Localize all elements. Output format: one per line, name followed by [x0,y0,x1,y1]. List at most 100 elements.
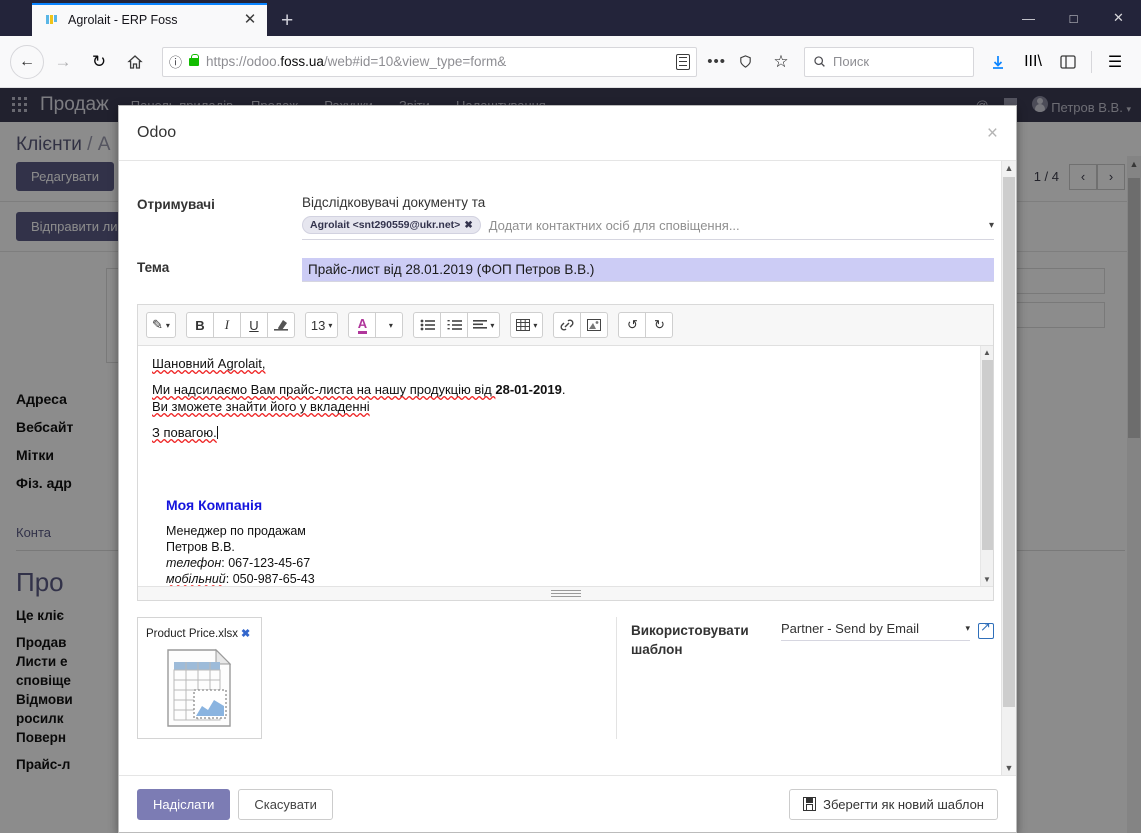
downloads-icon[interactable] [982,47,1014,77]
remove-attachment-icon[interactable]: ✖ [241,628,250,640]
toolbar-divider [1091,50,1092,73]
attachments-column: Product Price.xlsx ✖ [137,617,617,739]
underline-button[interactable]: U [239,312,268,338]
scrollbar-thumb[interactable] [1003,177,1015,707]
sidebar-icon[interactable] [1052,47,1084,77]
font-size-dropdown[interactable]: 13 ▾ [304,312,339,338]
browser-tab[interactable]: Agrolait - ERP Foss ✕ [32,3,267,36]
redo-button[interactable]: ↻ [645,312,674,338]
site-info-icon[interactable]: ⓘ [169,52,182,71]
chevron-down-icon: ▾ [328,320,333,330]
scroll-up-icon[interactable]: ▲ [981,348,993,357]
font-color-button[interactable]: A [348,312,377,338]
chevron-down-icon: ▾ [165,320,170,330]
maximize-button[interactable]: □ [1051,11,1096,26]
search-input[interactable]: Поиск [804,46,974,77]
template-selector[interactable]: Partner - Send by Email ▾ [781,619,994,641]
dialog-title: Odoo [137,124,177,141]
browser-window: Agrolait - ERP Foss ✕ + — □ ✕ ← → ↻ ⓘ ht… [0,0,1141,833]
chevron-down-icon: ▾ [965,623,970,633]
editor-resize-handle[interactable] [138,586,993,600]
attachment-name: Product Price.xlsx [146,628,239,640]
dialog-scrollbar[interactable]: ▲ ▼ [1001,161,1016,775]
tab-close-icon[interactable]: ✕ [241,12,259,27]
bookmark-star-icon[interactable]: ☆ [764,45,798,79]
signature-phone: телефон: 067-123-45-67 [166,556,311,570]
grip-lines-icon [550,590,581,597]
reload-icon[interactable]: ↻ [82,45,116,79]
xlsx-file-icon [166,648,231,727]
tab-title: Agrolait - ERP Foss [68,12,178,27]
text-format-group: B I U [185,312,295,338]
signature-role: Менеджер по продажам [166,524,306,538]
home-icon[interactable] [118,45,152,79]
table-group: ▾ [510,312,544,338]
recipients-input[interactable]: Agrolait <snt290559@ukr.net> ✖ Додати кон… [302,216,994,240]
page-actions-icon[interactable]: ••• [707,53,726,70]
subject-row: Тема Прайс-лист від 28.01.2019 (ФОП Петр… [137,258,994,282]
back-icon[interactable]: ← [10,44,44,79]
message-editor: ✎ ▾ B I U 13 ▾ A ▾ ▾ ▾ ↺ ↻ Шановний Agro… [137,304,994,601]
url-text: https://odoo.foss.ua/web#id=10&view_type… [206,54,507,69]
color-dropdown-button[interactable]: ▾ [375,312,404,338]
dialog-footer: Надіслати Скасувати Зберегти як новий ша… [119,775,1016,832]
close-icon[interactable]: × [987,124,998,143]
open-template-icon[interactable] [978,619,994,639]
library-icon[interactable]: ІІІ\ [1017,47,1049,77]
template-select[interactable]: Partner - Send by Email ▾ [781,621,970,641]
scroll-down-icon[interactable]: ▼ [981,575,993,584]
text-cursor [216,426,218,439]
remove-tag-icon[interactable]: ✖ [464,220,472,231]
close-window-button[interactable]: ✕ [1096,10,1141,26]
send-mail-dialog: Odoo × Отримувачі Відслідковувачі докуме… [118,105,1017,833]
new-tab-button[interactable]: + [281,10,293,31]
clear-format-button[interactable] [266,312,295,338]
recipients-placeholder: Додати контактних осіб для сповіщення... [488,217,740,233]
undo-button[interactable]: ↺ [618,312,647,338]
message-greeting: Шановний Agrolait, [152,356,266,371]
recipient-tag[interactable]: Agrolait <snt290559@ukr.net> ✖ [302,216,481,234]
editor-toolbar: ✎ ▾ B I U 13 ▾ A ▾ ▾ ▾ ↺ ↻ [138,305,993,346]
template-column: Використовувати шаблон Partner - Send by… [617,617,994,739]
chevron-down-icon[interactable]: ▾ [989,220,994,231]
save-as-new-template-button[interactable]: Зберегти як новий шаблон [789,788,998,820]
url-bar[interactable]: ⓘ https://odoo.foss.ua/web#id=10&view_ty… [162,46,698,77]
menu-icon[interactable]: ☰ [1099,47,1131,77]
browser-toolbar-icons: ІІІ\ ☰ [982,47,1131,77]
scroll-down-icon[interactable]: ▼ [1002,763,1016,773]
align-button[interactable]: ▾ [467,312,501,338]
insert-group [553,312,609,338]
unordered-list-button[interactable] [413,312,442,338]
signature-block: Менеджер по продажам Петров В.В. телефон… [166,523,979,586]
attachment-item[interactable]: Product Price.xlsx ✖ [137,617,262,739]
scrollbar-thumb[interactable] [982,360,993,550]
send-button[interactable]: Надіслати [137,788,231,820]
browser-navigation-bar: ← → ↻ ⓘ https://odoo.foss.ua/web#id=10&v… [0,36,1141,88]
bold-button[interactable]: B [185,312,214,338]
font-color-icon: A [357,316,368,334]
search-icon [814,56,825,67]
message-body[interactable]: Шановний Agrolait, Ми надсилаємо Вам пра… [138,346,993,586]
style-picker-button[interactable]: ✎ ▾ [146,312,176,338]
save-disk-icon [803,797,817,811]
chevron-down-icon: ▾ [533,320,538,330]
message-line-2: Ви зможете знайти його у вкладенні [152,399,370,414]
attachment-name-row: Product Price.xlsx ✖ [146,624,253,642]
image-icon[interactable] [580,312,609,338]
italic-button[interactable]: I [212,312,241,338]
list-group: ▾ [413,312,501,338]
forward-icon[interactable]: → [46,45,80,79]
subject-input[interactable]: Прайс-лист від 28.01.2019 (ФОП Петров В.… [302,258,994,282]
minimize-button[interactable]: — [1006,11,1051,26]
url-bar-icons [676,53,691,70]
scroll-up-icon[interactable]: ▲ [1002,163,1016,173]
reader-view-icon[interactable] [676,53,691,70]
table-button[interactable]: ▾ [510,312,544,338]
shield-icon[interactable] [728,45,762,79]
ordered-list-button[interactable] [440,312,469,338]
link-icon[interactable] [553,312,582,338]
cancel-button[interactable]: Скасувати [238,788,333,820]
editor-scrollbar[interactable]: ▲ ▼ [980,346,993,586]
attachments-and-template-row: Product Price.xlsx ✖ Використовувати шаб… [137,617,994,739]
magic-wand-icon: ✎ [152,317,163,332]
